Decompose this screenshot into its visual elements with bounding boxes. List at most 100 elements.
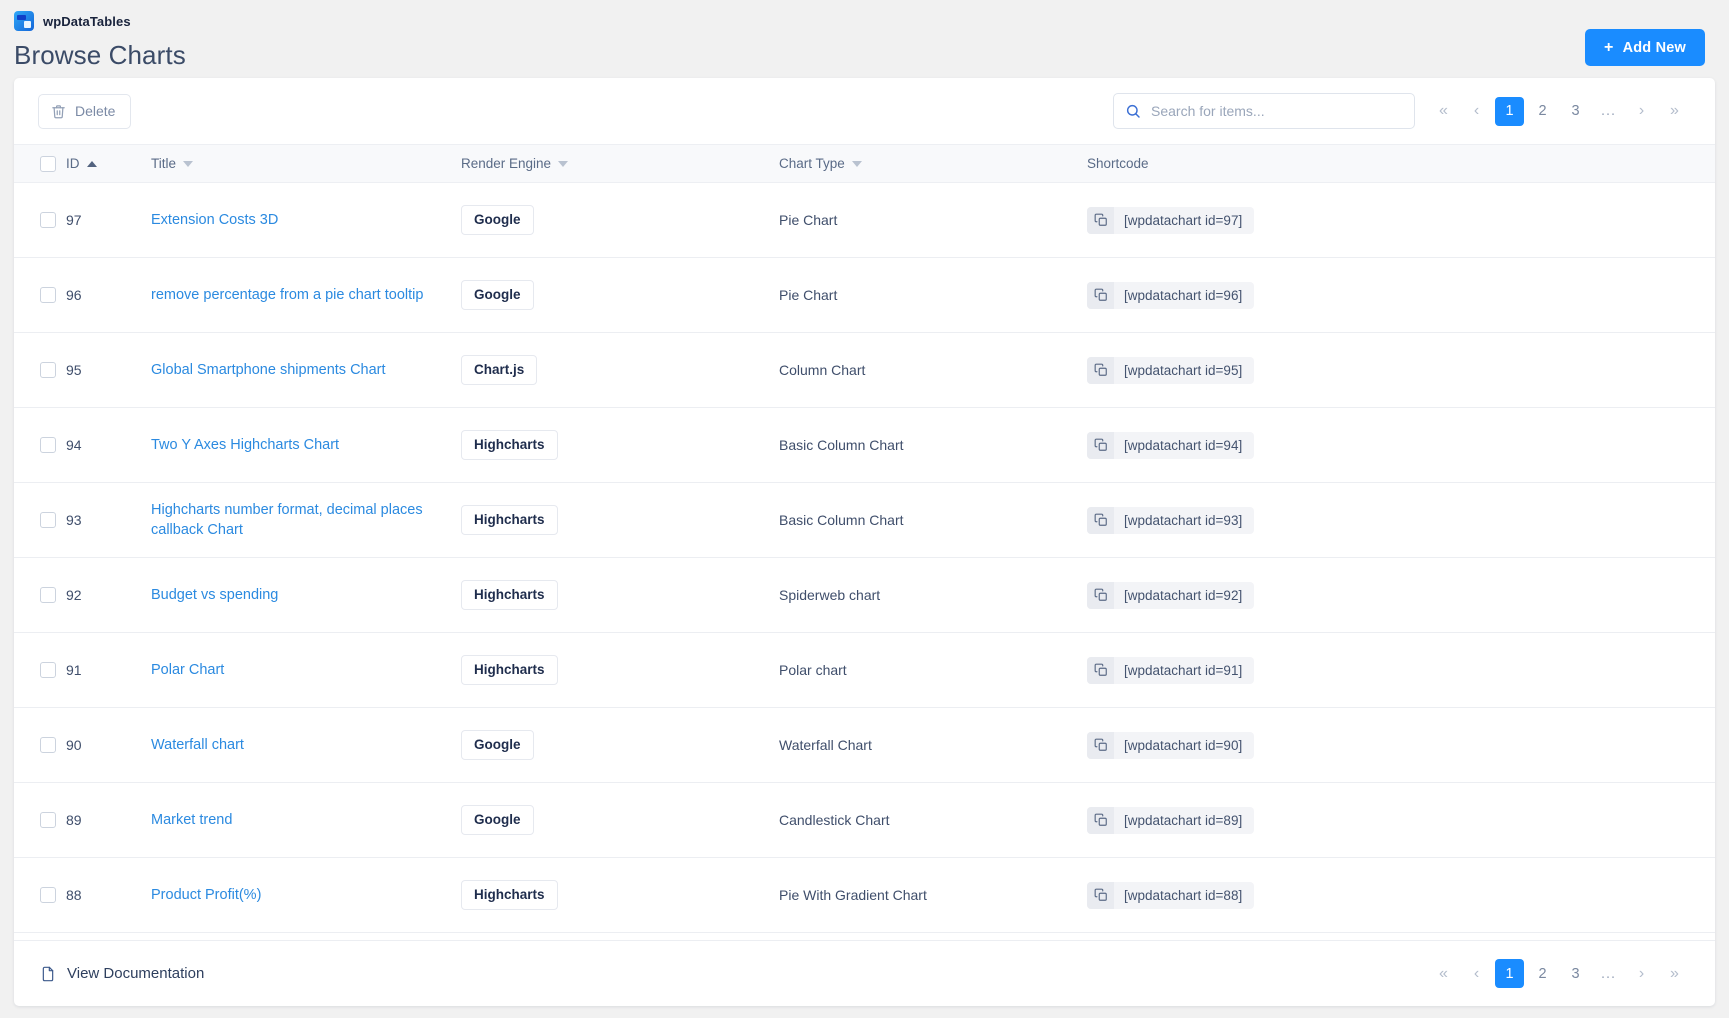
row-title-cell: Product Profit(%) [151, 857, 461, 933]
row-title-link[interactable]: Two Y Axes Highcharts Chart [151, 435, 349, 455]
row-shortcode-cell: [wpdatachart id=96] [1087, 257, 1715, 333]
row-title-link[interactable]: Product Profit(%) [151, 885, 271, 905]
pagination-page-3[interactable]: 3 [1561, 97, 1590, 126]
row-chart-type: Pie Chart [779, 257, 1087, 333]
row-checkbox[interactable] [40, 512, 56, 528]
shortcode-copy-button[interactable]: [wpdatachart id=92] [1087, 581, 1255, 609]
add-new-button[interactable]: + Add New [1585, 29, 1705, 66]
render-engine-badge: Chart.js [461, 355, 538, 385]
pagination-prev[interactable]: ‹ [1462, 97, 1491, 126]
row-id: 89 [66, 782, 151, 858]
row-select-cell[interactable] [14, 407, 66, 483]
render-engine-badge: Google [461, 805, 534, 835]
header-select-all[interactable] [14, 144, 66, 183]
row-chart-type: Pie With Gradient Chart [779, 857, 1087, 933]
render-engine-badge: Google [461, 730, 534, 760]
row-select-cell[interactable] [14, 707, 66, 783]
row-engine-cell: Highcharts [461, 482, 779, 558]
row-id: 95 [66, 332, 151, 408]
row-select-cell[interactable] [14, 857, 66, 933]
row-select-cell[interactable] [14, 332, 66, 408]
row-id: 97 [66, 182, 151, 258]
pagination-first[interactable]: « [1429, 959, 1458, 988]
pagination-next[interactable]: › [1627, 97, 1656, 126]
header-render-engine[interactable]: Render Engine [461, 144, 779, 183]
pagination-first[interactable]: « [1429, 97, 1458, 126]
select-all-checkbox[interactable] [40, 155, 56, 172]
row-checkbox[interactable] [40, 887, 56, 903]
row-shortcode-cell: [wpdatachart id=88] [1087, 857, 1715, 933]
pagination-page-1[interactable]: 1 [1495, 959, 1524, 988]
row-checkbox[interactable] [40, 662, 56, 678]
row-checkbox[interactable] [40, 812, 56, 828]
shortcode-text: [wpdatachart id=95] [1124, 362, 1243, 378]
shortcode-copy-button[interactable]: [wpdatachart id=91] [1087, 656, 1255, 684]
table-row: 88 Product Profit(%) Highcharts Pie With Gr… [14, 857, 1715, 933]
row-title-link[interactable]: Highcharts number format, decimal places… [151, 500, 461, 540]
shortcode-copy-button[interactable]: [wpdatachart id=94] [1087, 431, 1255, 459]
render-engine-badge: Highcharts [461, 580, 558, 610]
shortcode-copy-button[interactable]: [wpdatachart id=93] [1087, 506, 1255, 534]
copy-icon [1094, 588, 1107, 601]
pagination-next[interactable]: › [1627, 959, 1656, 988]
charts-card: Delete « ‹ 1 2 3 ... › [14, 78, 1715, 1006]
header-render-engine-label: Render Engine [461, 156, 552, 171]
pagination-page-2[interactable]: 2 [1528, 97, 1557, 126]
copy-icon [1094, 438, 1107, 451]
header-chart-type[interactable]: Chart Type [779, 144, 1087, 183]
row-shortcode-cell: [wpdatachart id=91] [1087, 632, 1715, 708]
shortcode-text: [wpdatachart id=91] [1124, 662, 1243, 678]
render-engine-badge: Highcharts [461, 505, 558, 535]
row-title-link[interactable]: Market trend [151, 810, 242, 830]
pagination-page-3[interactable]: 3 [1561, 959, 1590, 988]
row-select-cell[interactable] [14, 482, 66, 558]
row-checkbox[interactable] [40, 287, 56, 303]
delete-label: Delete [75, 103, 116, 119]
row-title-link[interactable]: Budget vs spending [151, 585, 288, 605]
render-engine-badge: Google [461, 205, 534, 235]
shortcode-copy-button[interactable]: [wpdatachart id=89] [1087, 806, 1255, 834]
view-documentation-link[interactable]: View Documentation [40, 965, 204, 983]
shortcode-copy-button[interactable]: [wpdatachart id=95] [1087, 356, 1255, 384]
pagination-last[interactable]: » [1660, 97, 1689, 126]
table-row: 93 Highcharts number format, decimal plac… [14, 482, 1715, 558]
row-title-link[interactable]: remove percentage from a pie chart toolt… [151, 285, 433, 305]
row-id: 96 [66, 257, 151, 333]
row-checkbox[interactable] [40, 737, 56, 753]
row-title-link[interactable]: Polar Chart [151, 660, 234, 680]
row-select-cell[interactable] [14, 782, 66, 858]
pagination-prev[interactable]: ‹ [1462, 959, 1491, 988]
row-engine-cell: Google [461, 782, 779, 858]
copy-icon [1094, 738, 1107, 751]
copy-icon-wrap [1087, 206, 1114, 234]
shortcode-copy-button[interactable]: [wpdatachart id=90] [1087, 731, 1255, 759]
toolbar-right: « ‹ 1 2 3 ... › » [1113, 93, 1691, 129]
row-engine-cell: Highcharts [461, 857, 779, 933]
pagination-page-1[interactable]: 1 [1495, 96, 1524, 126]
pagination-page-2[interactable]: 2 [1528, 959, 1557, 988]
row-checkbox[interactable] [40, 212, 56, 228]
shortcode-copy-button[interactable]: [wpdatachart id=88] [1087, 881, 1255, 909]
row-checkbox[interactable] [40, 437, 56, 453]
row-title-link[interactable]: Waterfall chart [151, 735, 254, 755]
header-id[interactable]: ID [66, 144, 151, 183]
row-select-cell[interactable] [14, 182, 66, 258]
row-select-cell[interactable] [14, 632, 66, 708]
row-title-cell: Extension Costs 3D [151, 182, 461, 258]
row-checkbox[interactable] [40, 587, 56, 603]
pagination-last[interactable]: » [1660, 959, 1689, 988]
shortcode-copy-button[interactable]: [wpdatachart id=97] [1087, 206, 1255, 234]
render-engine-badge: Highcharts [461, 880, 558, 910]
header-title[interactable]: Title [151, 144, 461, 183]
row-select-cell[interactable] [14, 557, 66, 633]
row-title-link[interactable]: Extension Costs 3D [151, 210, 288, 230]
row-select-cell[interactable] [14, 257, 66, 333]
search-input[interactable] [1113, 93, 1415, 129]
row-chart-type: Basic Column Chart [779, 482, 1087, 558]
row-title-link[interactable]: Global Smartphone shipments Chart [151, 360, 396, 380]
shortcode-copy-button[interactable]: [wpdatachart id=96] [1087, 281, 1255, 309]
shortcode-text: [wpdatachart id=96] [1124, 287, 1243, 303]
delete-button[interactable]: Delete [38, 93, 132, 129]
row-checkbox[interactable] [40, 362, 56, 378]
row-chart-type: Pie Chart [779, 182, 1087, 258]
